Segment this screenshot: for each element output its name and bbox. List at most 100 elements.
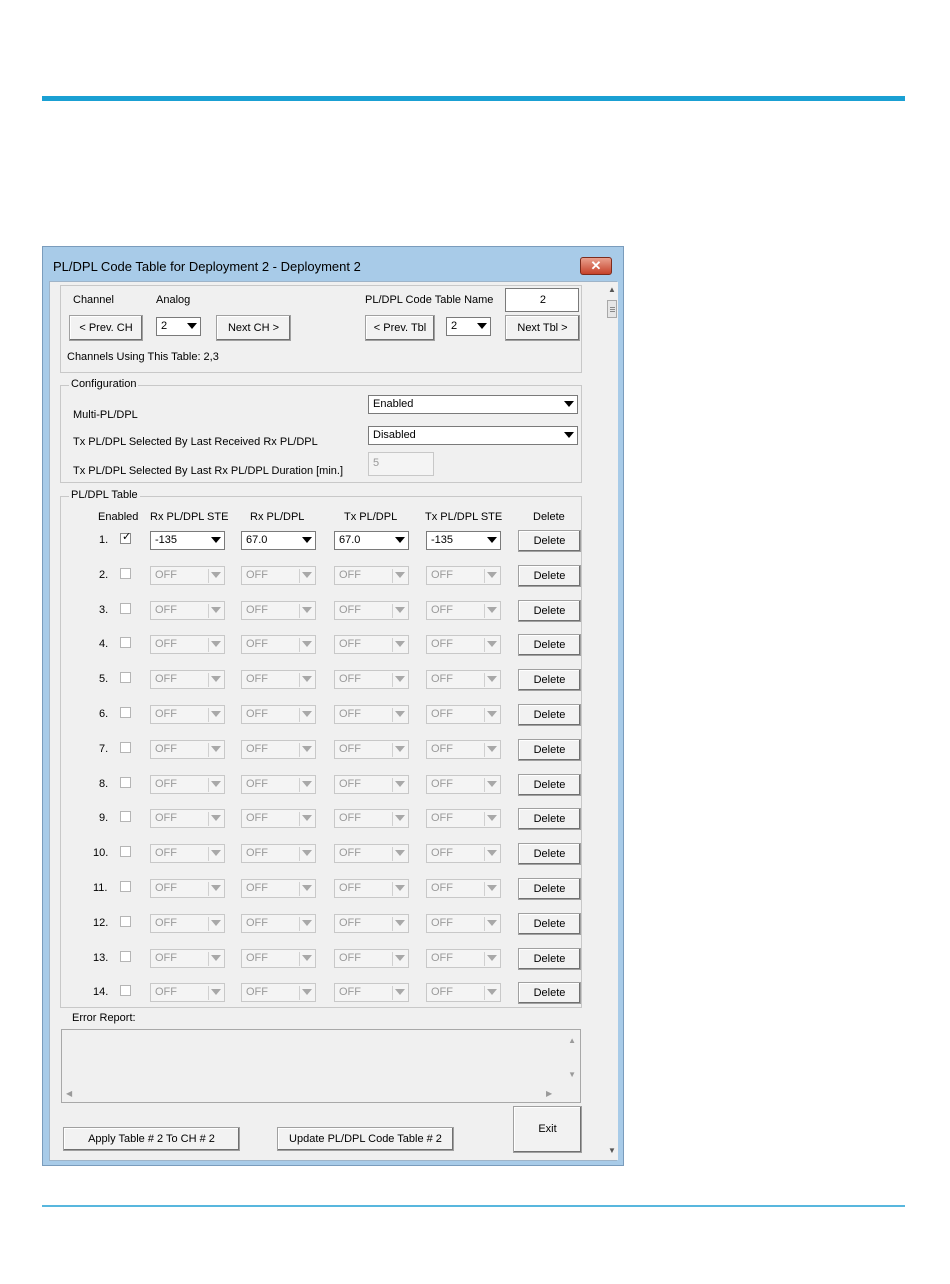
rx-ste-select: OFF bbox=[150, 879, 225, 898]
error-scroll-down-icon[interactable]: ▼ bbox=[568, 1070, 576, 1079]
next-table-button[interactable]: Next Tbl > bbox=[505, 315, 580, 341]
chevron-down-icon bbox=[487, 572, 497, 578]
row-enabled-checkbox[interactable] bbox=[120, 811, 131, 822]
delete-row-button[interactable]: Delete bbox=[518, 878, 581, 900]
exit-button[interactable]: Exit bbox=[513, 1106, 582, 1153]
chevron-down-icon bbox=[302, 572, 312, 578]
rx-ste-select: OFF bbox=[150, 601, 225, 620]
dialog-window: PL/DPL Code Table for Deployment 2 - Dep… bbox=[42, 246, 624, 1166]
row-enabled-checkbox[interactable] bbox=[120, 951, 131, 962]
channel-select[interactable]: 2 bbox=[156, 317, 201, 336]
error-scroll-left-icon[interactable]: ◀ bbox=[66, 1089, 72, 1098]
scroll-thumb[interactable] bbox=[607, 300, 617, 318]
delete-row-button[interactable]: Delete bbox=[518, 669, 581, 691]
row-enabled-checkbox[interactable] bbox=[120, 742, 131, 753]
delete-row-button[interactable]: Delete bbox=[518, 565, 581, 587]
rx-ste-select: OFF bbox=[150, 566, 225, 585]
rx-select: OFF bbox=[241, 670, 316, 689]
vertical-scrollbar[interactable]: ▲ ▼ bbox=[606, 282, 618, 1160]
tx-select: OFF bbox=[334, 740, 409, 759]
prev-channel-button[interactable]: < Prev. CH bbox=[69, 315, 143, 341]
row-enabled-checkbox[interactable] bbox=[120, 637, 131, 648]
rx-ste-select-value: OFF bbox=[155, 604, 177, 616]
rx-ste-select[interactable]: -135 bbox=[150, 531, 225, 550]
rx-select[interactable]: 67.0 bbox=[241, 531, 316, 550]
row-enabled-checkbox[interactable] bbox=[120, 777, 131, 788]
delete-row-button[interactable]: Delete bbox=[518, 808, 581, 830]
rx-ste-select-value: OFF bbox=[155, 778, 177, 790]
pl-dpl-table-frame: PL/DPL Table Enabled Rx PL/DPL STE Rx PL… bbox=[60, 489, 582, 1008]
row-enabled-checkbox[interactable] bbox=[120, 916, 131, 927]
multi-pl-dpl-select[interactable]: Enabled bbox=[368, 395, 578, 414]
rx-select-value: OFF bbox=[246, 778, 268, 790]
row-enabled-checkbox[interactable]: ✓ bbox=[120, 531, 131, 544]
rx-ste-select-value: OFF bbox=[155, 917, 177, 929]
tx-ste-select: OFF bbox=[426, 740, 501, 759]
title-bar[interactable]: PL/DPL Code Table for Deployment 2 - Dep… bbox=[43, 247, 623, 281]
delete-row-button[interactable]: Delete bbox=[518, 739, 581, 761]
row-enabled-checkbox[interactable] bbox=[120, 881, 131, 892]
channels-using-table-text: Channels Using This Table: 2,3 bbox=[67, 351, 219, 363]
delete-row-button[interactable]: Delete bbox=[518, 843, 581, 865]
table-name-input[interactable]: 2 bbox=[505, 288, 579, 312]
row-number: 8. bbox=[99, 778, 109, 790]
table-select[interactable]: 2 bbox=[446, 317, 491, 336]
delete-row-button[interactable]: Delete bbox=[518, 704, 581, 726]
delete-row-button[interactable]: Delete bbox=[518, 530, 581, 552]
apply-table-button[interactable]: Apply Table # 2 To CH # 2 bbox=[63, 1127, 240, 1151]
prev-table-button[interactable]: < Prev. Tbl bbox=[365, 315, 435, 341]
channel-select-value: 2 bbox=[161, 320, 168, 332]
rx-ste-select-value: OFF bbox=[155, 952, 177, 964]
navigation-frame: Channel Analog < Prev. CH 2 Next CH > Ch… bbox=[60, 285, 582, 373]
rx-ste-select-value: OFF bbox=[155, 708, 177, 720]
tx-select: OFF bbox=[334, 949, 409, 968]
tx-select: OFF bbox=[334, 983, 409, 1002]
table-name-value: 2 bbox=[539, 294, 546, 306]
rx-select-value: OFF bbox=[246, 673, 268, 685]
row-enabled-checkbox[interactable] bbox=[120, 846, 131, 857]
tx-select[interactable]: 67.0 bbox=[334, 531, 409, 550]
chevron-down-icon bbox=[211, 920, 221, 926]
chevron-down-icon bbox=[211, 607, 221, 613]
next-channel-button[interactable]: Next CH > bbox=[216, 315, 291, 341]
header-rx: Rx PL/DPL bbox=[250, 511, 305, 523]
row-number: 11. bbox=[93, 882, 108, 894]
delete-row-button[interactable]: Delete bbox=[518, 600, 581, 622]
row-enabled-checkbox[interactable] bbox=[120, 672, 131, 683]
error-report-box[interactable]: ▲ ▼ ◀ ▶ bbox=[61, 1029, 581, 1103]
row-number: 9. bbox=[99, 812, 109, 824]
error-scroll-up-icon[interactable]: ▲ bbox=[568, 1036, 576, 1045]
chevron-down-icon bbox=[487, 711, 497, 717]
close-button[interactable]: ✕ bbox=[580, 257, 612, 275]
tx-select-value: OFF bbox=[339, 638, 361, 650]
chevron-down-icon bbox=[302, 885, 312, 891]
chevron-down-icon bbox=[395, 850, 405, 856]
row-enabled-checkbox[interactable] bbox=[120, 985, 131, 996]
delete-row-button[interactable]: Delete bbox=[518, 774, 581, 796]
tx-last-rx-select[interactable]: Disabled bbox=[368, 426, 578, 445]
delete-row-button[interactable]: Delete bbox=[518, 948, 581, 970]
tx-select: OFF bbox=[334, 809, 409, 828]
delete-row-button[interactable]: Delete bbox=[518, 634, 581, 656]
tx-select: OFF bbox=[334, 635, 409, 654]
tx-ste-select-value: OFF bbox=[431, 638, 453, 650]
scroll-down-icon[interactable]: ▼ bbox=[608, 1146, 616, 1155]
chevron-down-icon bbox=[211, 781, 221, 787]
delete-row-button[interactable]: Delete bbox=[518, 982, 581, 1004]
tx-select: OFF bbox=[334, 844, 409, 863]
tx-select-value: OFF bbox=[339, 743, 361, 755]
delete-row-button[interactable]: Delete bbox=[518, 913, 581, 935]
chevron-down-icon bbox=[487, 641, 497, 647]
row-enabled-checkbox[interactable] bbox=[120, 603, 131, 614]
chevron-down-icon bbox=[395, 815, 405, 821]
row-enabled-checkbox[interactable] bbox=[120, 568, 131, 579]
rx-ste-select-value: OFF bbox=[155, 638, 177, 650]
update-table-button[interactable]: Update PL/DPL Code Table # 2 bbox=[277, 1127, 454, 1151]
row-number: 5. bbox=[99, 673, 109, 685]
error-scroll-right-icon[interactable]: ▶ bbox=[546, 1089, 552, 1098]
tx-ste-select: OFF bbox=[426, 775, 501, 794]
row-enabled-checkbox[interactable] bbox=[120, 707, 131, 718]
tx-ste-select[interactable]: -135 bbox=[426, 531, 501, 550]
rx-ste-select: OFF bbox=[150, 949, 225, 968]
scroll-up-icon[interactable]: ▲ bbox=[608, 285, 616, 294]
